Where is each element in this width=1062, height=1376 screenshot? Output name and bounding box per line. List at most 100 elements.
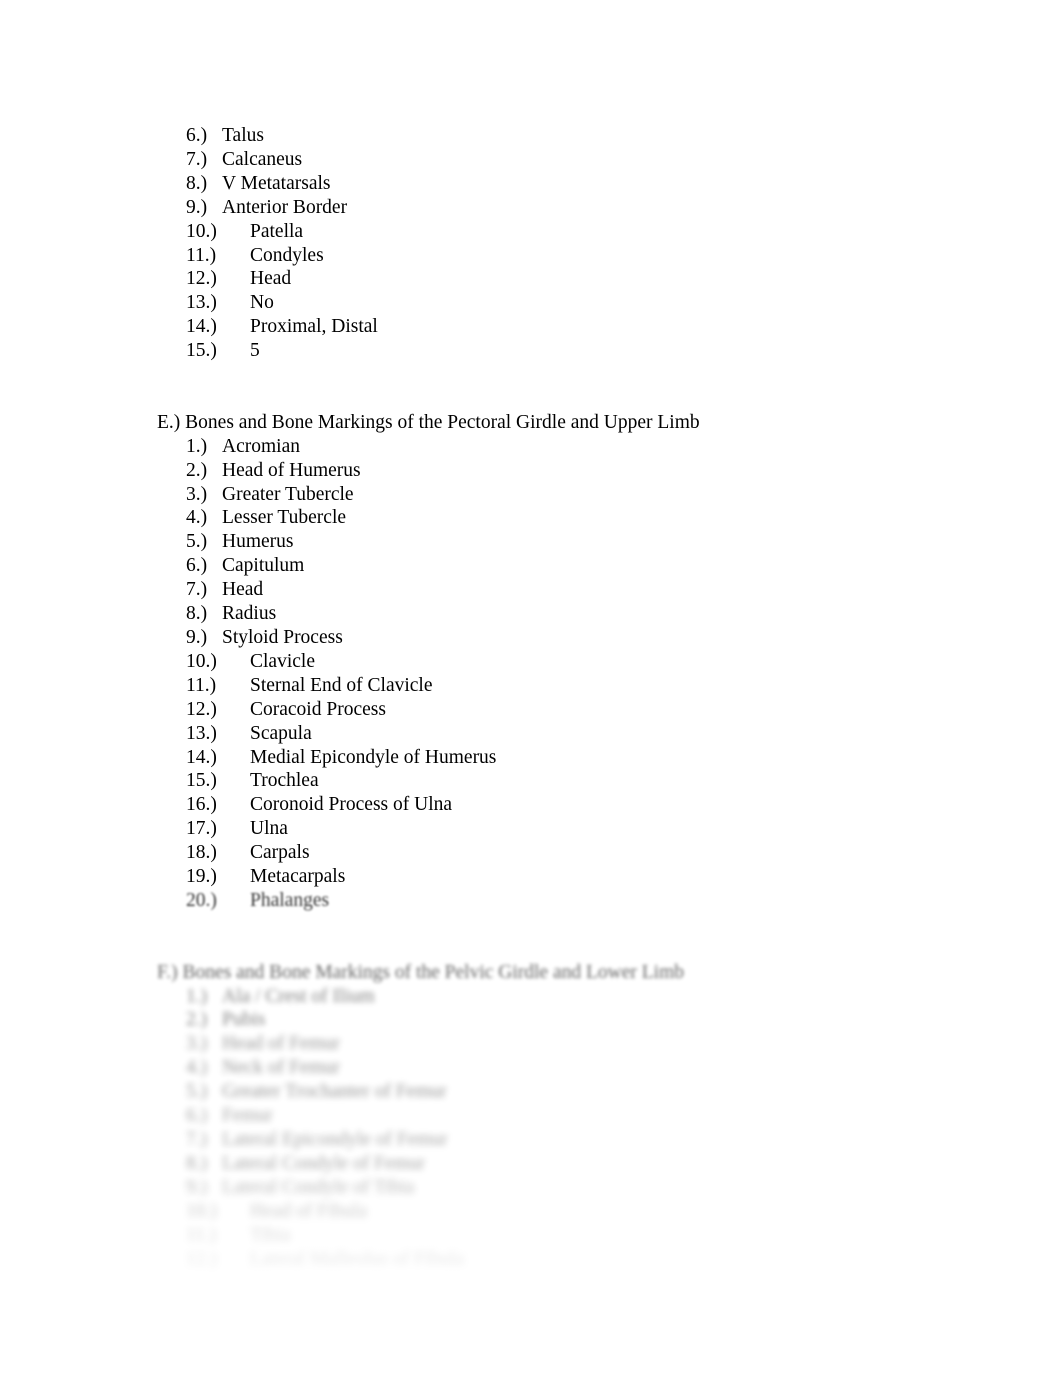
list-item-number: 14.)	[186, 316, 217, 338]
list-item: 13.) No	[186, 291, 917, 315]
list-item: 9.) Styloid Process	[186, 626, 917, 650]
section-e: E.) Bones and Bone Markings of the Pecto…	[157, 411, 917, 913]
list-item-label: Lesser Tubercle	[222, 507, 347, 529]
list-item-label: Acromian	[222, 435, 300, 457]
list-item-label: Talus	[222, 125, 264, 146]
list-item-label: V Metatarsals	[222, 172, 331, 194]
list-item-label: Capitulum	[222, 555, 305, 577]
list-item-number: 5.)	[186, 531, 208, 553]
list-item-number: 6.)	[186, 1105, 208, 1127]
list-item: 13.) Scapula	[186, 722, 917, 746]
list-item-label: Head of Humerus	[222, 459, 361, 481]
list-item-label: Scapula	[250, 722, 312, 744]
list-item: 3.) Greater Tubercle	[186, 483, 917, 507]
list-item-number: 4.)	[186, 1057, 208, 1079]
list-item-label: Styloid Process	[222, 627, 343, 648]
list-item-number: 12.)	[186, 268, 217, 290]
list-item: 15.) 5	[186, 339, 917, 363]
list-item-number: 1.)	[186, 435, 208, 457]
list-item-label: Head of Femur	[222, 1033, 341, 1055]
list-item: 8.) Lateral Condyle of Femur	[186, 1152, 917, 1176]
list-item-number: 20.)	[186, 889, 217, 911]
section-heading-f: F.) Bones and Bone Markings of the Pelvi…	[157, 961, 685, 983]
list-item-label: Lateral Condyle of Femur	[222, 1152, 426, 1174]
list-item-number: 9.)	[186, 627, 208, 648]
list-item-label: Pubis	[222, 1009, 266, 1031]
list-item-label: No	[250, 292, 274, 314]
list-item: 16.) Coronoid Process of Ulna	[186, 793, 917, 817]
list-item-number: 2.)	[186, 459, 208, 481]
list-item: 12.) Head	[186, 267, 917, 291]
list-item-number: 6.)	[186, 555, 208, 577]
list-item: 11.) Condyles	[186, 244, 917, 268]
list-item-label: Metacarpals	[250, 866, 346, 888]
list-item-number: 8.)	[186, 1152, 208, 1174]
list-item: 8.) Radius	[186, 602, 917, 626]
list-item-label: Lateral Condyle of Tibia	[222, 1176, 415, 1198]
list-item-number: 3.)	[186, 483, 208, 505]
list-item-label: Coracoid Process	[250, 698, 386, 720]
list-item-label: Ulna	[250, 818, 288, 840]
list-item-label: Sternal End of Clavicle	[250, 674, 433, 696]
list-item-number: 3.)	[186, 1033, 208, 1055]
list-item-number: 12.)	[186, 698, 217, 720]
list-item-number: 11.)	[186, 674, 217, 696]
list-item-label: Clavicle	[250, 650, 315, 672]
list-item-number: 7.)	[186, 148, 208, 170]
list-item-number: 8.)	[186, 172, 208, 194]
list-item-number: 19.)	[186, 866, 217, 888]
section-f: F.) Bones and Bone Markings of the Pelvi…	[157, 961, 917, 1272]
list-item-number: 15.)	[186, 340, 217, 362]
document-text-column: 6.) Talus 7.) Calcaneus 8.) V Metatarsals 9…	[157, 124, 917, 1271]
list-item-number: 11.)	[186, 244, 217, 266]
list-item-number: 8.)	[186, 603, 208, 625]
list-item-number: 4.)	[186, 507, 208, 529]
list-item: 7.) Calcaneus	[186, 148, 917, 172]
list-item: 17.) Ulna	[186, 817, 917, 841]
list-item-number: 13.)	[186, 722, 217, 744]
list-item: 14.) Medial Epicondyle of Humerus	[186, 746, 917, 770]
list-item-label: Lateral Epicondyle of Femur	[222, 1129, 448, 1150]
list-item-number: 7.)	[186, 1129, 208, 1150]
list-item-label: Head	[250, 268, 292, 290]
list-item: 15.) Trochlea	[186, 769, 917, 793]
list-item-label: Lateral Malleolus of Fibula	[250, 1248, 464, 1270]
list-item: 10.) Clavicle	[186, 650, 917, 674]
list-item-number: 14.)	[186, 746, 217, 768]
list-item: 7.) Head	[186, 578, 917, 602]
list-item-label: Phalanges	[250, 889, 330, 911]
list-item: 10.) Head of Fibula	[186, 1200, 917, 1224]
list-item-number: 1.)	[186, 985, 208, 1007]
list-item-number: 6.)	[186, 125, 208, 146]
list-item: 4.) Neck of Femur	[186, 1056, 917, 1080]
list-item-number: 17.)	[186, 818, 217, 840]
section-heading-e: E.) Bones and Bone Markings of the Pecto…	[157, 411, 700, 433]
list-item: 5.) Humerus	[186, 530, 917, 554]
list-item: 14.) Proximal, Distal	[186, 315, 917, 339]
list-item-label: Greater Tubercle	[222, 483, 354, 505]
list-item-label: Radius	[222, 603, 277, 625]
list-item-label: Patella	[250, 220, 304, 242]
document-page: 6.) Talus 7.) Calcaneus 8.) V Metatarsals 9…	[0, 0, 1062, 1376]
list-item-label: Greater Trochanter of Femur	[222, 1081, 447, 1103]
list-item-label: Anterior Border	[222, 196, 348, 218]
list-item-label: Head	[222, 579, 264, 601]
list-item: 1.) Ala / Crest of Ilium	[186, 985, 917, 1009]
list-item-number: 12.)	[186, 1248, 217, 1270]
list-item-number: 9.)	[186, 196, 208, 218]
list-item-label: Humerus	[222, 531, 294, 553]
list-item: 11.) Sternal End of Clavicle	[186, 674, 917, 698]
list-item-label: Tibia	[250, 1224, 291, 1246]
list-item: 2.) Head of Humerus	[186, 459, 917, 483]
list-item-label: Trochlea	[250, 770, 319, 792]
list-item: 3.) Head of Femur	[186, 1032, 917, 1056]
list-item: 19.) Metacarpals	[186, 865, 917, 889]
list-item-number: 15.)	[186, 770, 217, 792]
list-item: 11.) Tibia	[186, 1224, 917, 1248]
list-item-label: Calcaneus	[222, 148, 303, 170]
list-item: 5.) Greater Trochanter of Femur	[186, 1080, 917, 1104]
list-item: 8.) V Metatarsals	[186, 172, 917, 196]
list-item-number: 16.)	[186, 794, 217, 816]
list-item-label: Ala / Crest of Ilium	[222, 985, 375, 1007]
